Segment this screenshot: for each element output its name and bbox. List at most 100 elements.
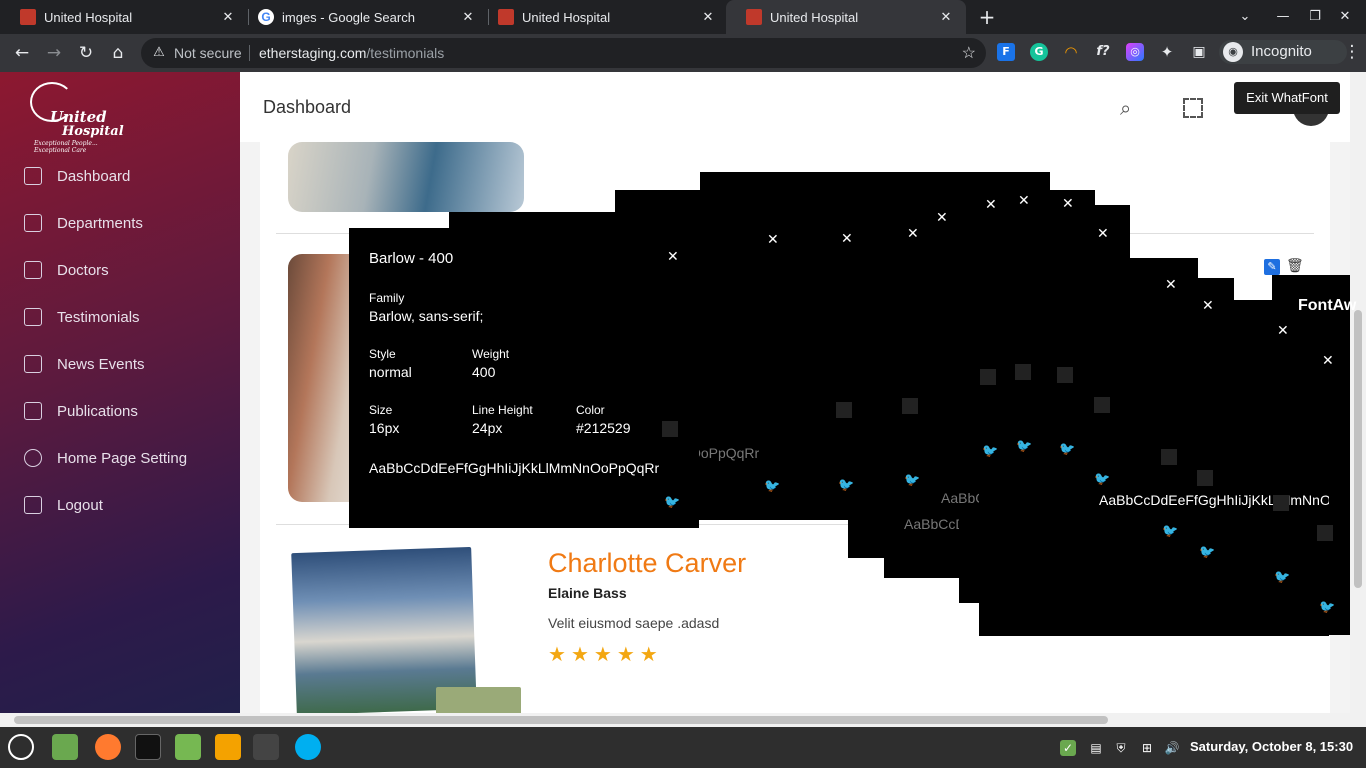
incognito-label: Incognito: [1251, 43, 1312, 60]
sidebar-item-testimonials[interactable]: Testimonials: [24, 306, 140, 328]
twitter-icon[interactable]: 🐦: [1094, 472, 1110, 487]
bookmark-star-icon[interactable]: ☆: [962, 43, 976, 63]
whatfont-close-icon[interactable]: ✕: [1062, 196, 1074, 212]
window-close-icon[interactable]: ✕: [1334, 6, 1356, 28]
hospital-favicon-icon: [20, 9, 36, 25]
scrollbar-thumb[interactable]: [1354, 310, 1362, 588]
search-icon[interactable]: ⌕: [1120, 96, 1144, 120]
scrollbar-thumb[interactable]: [14, 716, 1108, 724]
files-folder-icon[interactable]: [52, 734, 78, 760]
firefox-icon[interactable]: [95, 734, 121, 760]
sidebar-item-home-page-setting[interactable]: Home Page Setting: [24, 447, 187, 469]
url-text[interactable]: etherstaging.com/testimonials: [259, 45, 444, 61]
twitter-icon[interactable]: 🐦: [664, 495, 680, 510]
close-tab-icon[interactable]: ✕: [220, 9, 236, 25]
star-icon: ★: [639, 642, 663, 666]
clock[interactable]: Saturday, October 8, 15:30: [1190, 739, 1353, 754]
volume-icon[interactable]: 🔊: [1164, 740, 1180, 756]
whatfont-close-icon[interactable]: ✕: [907, 226, 919, 242]
warning-triangle-icon[interactable]: ⚠: [151, 44, 167, 60]
twitter-icon[interactable]: 🐦: [1162, 524, 1178, 539]
whatfont-close-icon[interactable]: ✕: [667, 249, 679, 265]
folder-icon[interactable]: [175, 734, 201, 760]
sidebar-item-dashboard[interactable]: Dashboard: [24, 165, 130, 187]
omnibox-divider: [249, 45, 250, 61]
twitter-icon[interactable]: 🐦: [1059, 442, 1075, 457]
network-icon[interactable]: ⊞: [1139, 740, 1155, 756]
browser-tab-1[interactable]: United Hospital ✕: [0, 0, 248, 34]
twitter-icon[interactable]: 🐦: [1274, 570, 1290, 585]
whatfont-close-icon[interactable]: ✕: [1202, 298, 1214, 314]
sidebar-item-label: Doctors: [57, 261, 109, 279]
close-tab-icon[interactable]: ✕: [938, 9, 954, 25]
browser-tab-4-active[interactable]: United Hospital ✕: [726, 0, 966, 34]
sidebar-item-doctors[interactable]: Doctors: [24, 259, 109, 281]
sidebar-item-departments[interactable]: Departments: [24, 212, 143, 234]
close-tab-icon[interactable]: ✕: [700, 9, 716, 25]
tab-search-chevron-icon[interactable]: ⌄: [1234, 6, 1256, 28]
sidebar-item-logout[interactable]: Logout: [24, 494, 103, 516]
fonts-extension-icon[interactable]: f?: [1094, 43, 1112, 61]
twitter-icon[interactable]: 🐦: [904, 473, 920, 488]
side-panel-icon[interactable]: ▣: [1190, 43, 1208, 61]
whatfont-close-icon[interactable]: ✕: [985, 197, 997, 213]
clipboard-icon[interactable]: ▤: [1088, 740, 1104, 756]
logo-tagline: Exceptional People... Exceptional Care: [34, 140, 98, 154]
whatfont-close-icon[interactable]: ✕: [767, 232, 779, 248]
whatfont-close-icon[interactable]: ✕: [1018, 193, 1030, 209]
color-picker-extension-icon[interactable]: ◎: [1126, 43, 1144, 61]
rss-extension-icon[interactable]: ◠: [1062, 43, 1080, 61]
whatfont-close-icon[interactable]: ✕: [1165, 277, 1177, 293]
shield-icon[interactable]: ⛨: [1113, 740, 1129, 756]
chrome-icon-active[interactable]: [253, 734, 279, 760]
home-icon[interactable]: ⌂: [106, 41, 130, 65]
maximize-icon[interactable]: ❐: [1304, 6, 1326, 28]
twitter-icon[interactable]: 🐦: [982, 444, 998, 459]
close-tab-icon[interactable]: ✕: [460, 9, 476, 25]
terminal-icon[interactable]: [135, 734, 161, 760]
exit-whatfont-button[interactable]: Exit WhatFont: [1234, 82, 1340, 114]
grammarly-extension-icon[interactable]: G: [1030, 43, 1048, 61]
whatfont-close-icon[interactable]: ✕: [1322, 353, 1334, 369]
minimize-icon[interactable]: —: [1272, 6, 1294, 28]
whatfont-extension-icon[interactable]: F: [997, 43, 1015, 61]
whatfont-panel: Barlow - 400 Family Barlow, sans-serif; …: [349, 228, 699, 528]
browser-tab-2[interactable]: G imges - Google Search ✕: [238, 0, 488, 34]
edit-pencil-icon[interactable]: ✎: [1264, 259, 1280, 275]
sidebar-item-news-events[interactable]: News Events: [24, 353, 145, 375]
update-manager-icon[interactable]: ✓: [1060, 740, 1076, 756]
reload-icon[interactable]: ↻: [74, 41, 98, 65]
whatfont-partial-title: FontAw: [1298, 297, 1357, 314]
browser-menu-kebab-icon[interactable]: ⋮: [1340, 40, 1364, 64]
sidebar-item-publications[interactable]: Publications: [24, 400, 138, 422]
horizontal-scrollbar[interactable]: [0, 713, 1366, 727]
incognito-indicator[interactable]: ◉ Incognito: [1219, 40, 1347, 64]
mint-menu-icon[interactable]: [8, 734, 34, 760]
vertical-scrollbar[interactable]: [1350, 72, 1366, 713]
twitter-icon[interactable]: 🐦: [764, 479, 780, 494]
back-arrow-icon[interactable]: ←: [10, 41, 34, 65]
testimonial-role: Elaine Bass: [548, 585, 627, 601]
whatfont-sample: AaBbCcDdEeFfGgHhIiJjKkLlMmNnOoPpQqRr: [369, 460, 660, 476]
address-bar[interactable]: ⚠ Not secure etherstaging.com/testimonia…: [141, 38, 986, 68]
sublime-text-icon[interactable]: [215, 734, 241, 760]
new-tab-plus-icon[interactable]: +: [976, 6, 998, 28]
twitter-icon[interactable]: 🐦: [838, 478, 854, 493]
whatfont-close-icon[interactable]: ✕: [1097, 226, 1109, 242]
skype-icon[interactable]: [295, 734, 321, 760]
whatfont-close-icon[interactable]: ✕: [841, 231, 853, 247]
whatfont-close-icon[interactable]: ✕: [936, 210, 948, 226]
twitter-icon[interactable]: 🐦: [1199, 545, 1215, 560]
fullscreen-icon[interactable]: [1183, 98, 1203, 118]
sidebar-item-label: Publications: [57, 402, 138, 420]
whatfont-close-icon[interactable]: ✕: [1277, 323, 1289, 339]
browser-tab-3[interactable]: United Hospital ✕: [478, 0, 728, 34]
twitter-icon[interactable]: 🐦: [1016, 439, 1032, 454]
briefcase-icon: [24, 261, 42, 279]
not-secure-label[interactable]: Not secure: [174, 45, 242, 61]
extensions-puzzle-icon[interactable]: ✦: [1158, 43, 1176, 61]
twitter-icon[interactable]: 🐦: [1319, 600, 1335, 615]
forward-arrow-icon[interactable]: →: [42, 41, 66, 65]
united-hospital-logo[interactable]: United Hospital Exceptional People... Ex…: [28, 80, 124, 154]
trash-icon[interactable]: 🗑: [1286, 257, 1304, 275]
